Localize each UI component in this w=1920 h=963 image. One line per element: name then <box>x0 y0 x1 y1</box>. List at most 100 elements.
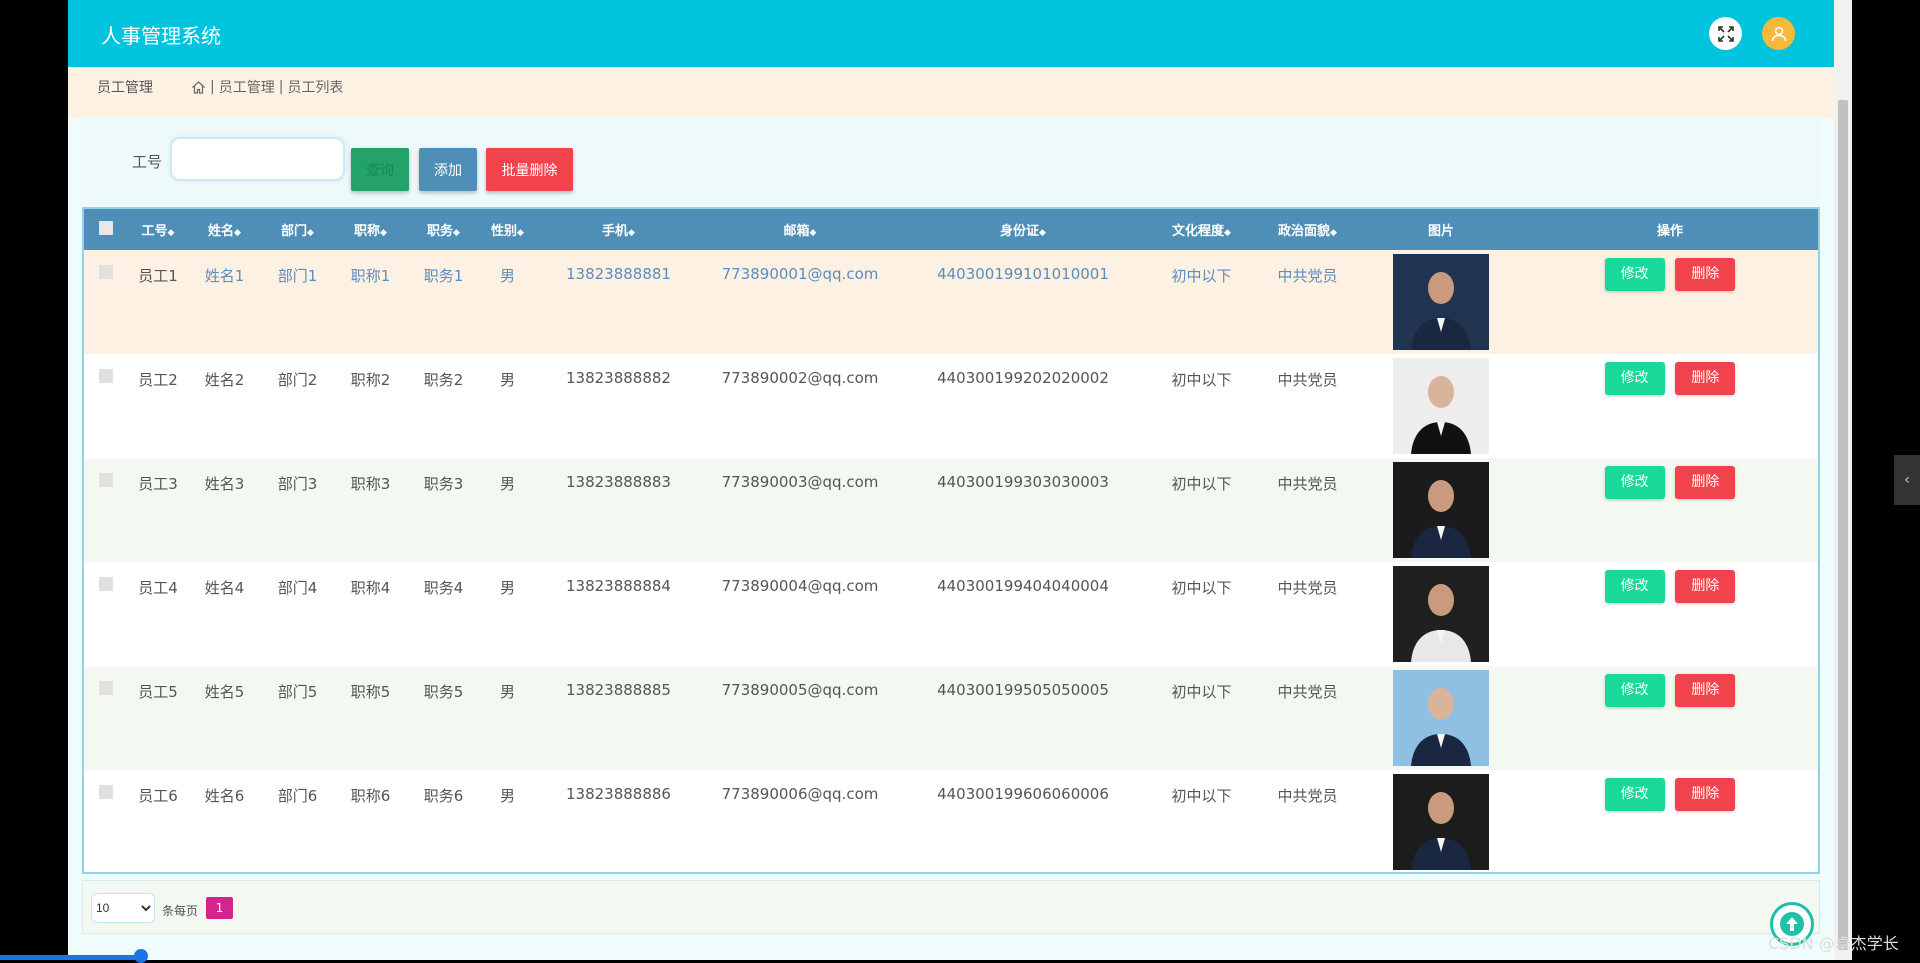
delete-button[interactable]: 删除 <box>1675 778 1736 811</box>
cell-id-card: 440300199202020002 <box>937 369 1109 387</box>
sort-icon: ◆ <box>453 228 460 238</box>
sort-icon: ◆ <box>234 228 241 238</box>
cell-title: 职称1 <box>350 267 391 285</box>
cell-id-card: 440300199606060006 <box>937 785 1109 803</box>
column-header-employee-id[interactable]: 工号◆ <box>128 209 188 250</box>
cell-gender: 男 <box>499 579 515 597</box>
table-row[interactable]: 员工2 姓名2 部门2 职称2 职务2 男 13823888882 773890… <box>84 354 1818 458</box>
column-header-political-status[interactable]: 政治面貌◆ <box>1255 209 1360 250</box>
edit-button[interactable]: 修改 <box>1604 258 1665 291</box>
column-header-id-card[interactable]: 身份证◆ <box>898 209 1148 250</box>
home-icon[interactable] <box>191 80 206 95</box>
cell-id-card: 440300199505050005 <box>937 681 1109 699</box>
row-checkbox[interactable] <box>99 681 113 695</box>
search-panel: 工号 查询 添加 批量删除 <box>82 117 1820 205</box>
cell-department: 部门1 <box>277 267 318 285</box>
edit-button[interactable]: 修改 <box>1604 778 1665 811</box>
column-header-email[interactable]: 邮箱◆ <box>702 209 898 250</box>
edit-button[interactable]: 修改 <box>1604 674 1665 707</box>
table-row[interactable]: 员工6 姓名6 部门6 职称6 职务6 男 13823888886 773890… <box>84 770 1818 874</box>
cell-education: 初中以下 <box>1171 787 1232 805</box>
cell-title: 职称6 <box>350 787 391 805</box>
page-size-select[interactable]: 10 <box>91 893 155 923</box>
user-avatar-button[interactable] <box>1762 17 1795 50</box>
employee-photo <box>1393 254 1489 350</box>
cell-id-card: 440300199303030003 <box>937 473 1109 491</box>
edit-button[interactable]: 修改 <box>1604 362 1665 395</box>
page-button-current[interactable]: 1 <box>206 897 233 919</box>
employee-id-input[interactable] <box>170 137 345 181</box>
delete-button[interactable]: 删除 <box>1675 466 1736 499</box>
column-header-position[interactable]: 职务◆ <box>407 209 480 250</box>
cell-education: 初中以下 <box>1171 579 1232 597</box>
select-all-header[interactable] <box>84 209 128 250</box>
cell-name: 姓名1 <box>204 267 245 285</box>
per-page-label: 条每页 <box>162 904 199 918</box>
row-checkbox[interactable] <box>99 577 113 591</box>
fullscreen-button[interactable] <box>1709 17 1742 50</box>
side-panel-toggle[interactable]: ‹ <box>1894 455 1920 505</box>
video-progress-bar[interactable] <box>0 955 142 960</box>
table-row[interactable]: 员工1 姓名1 部门1 职称1 职务1 男 13823888881 773890… <box>84 250 1818 354</box>
person-silhouette <box>1411 480 1471 558</box>
table-row[interactable]: 员工4 姓名4 部门4 职称4 职务4 男 13823888884 773890… <box>84 562 1818 666</box>
batch-delete-button[interactable]: 批量删除 <box>486 148 573 191</box>
cell-title: 职称2 <box>350 371 391 389</box>
column-header-education[interactable]: 文化程度◆ <box>1148 209 1255 250</box>
cell-name: 姓名5 <box>204 683 245 701</box>
cell-position: 职务4 <box>423 579 464 597</box>
column-header-title[interactable]: 职称◆ <box>334 209 407 250</box>
vertical-scrollbar[interactable] <box>1834 0 1852 960</box>
cell-employee-id: 员工6 <box>138 787 178 805</box>
person-silhouette <box>1411 584 1471 662</box>
delete-button[interactable]: 删除 <box>1675 570 1736 603</box>
row-checkbox[interactable] <box>99 473 113 487</box>
row-checkbox[interactable] <box>99 265 113 279</box>
cell-gender: 男 <box>499 787 515 805</box>
cell-phone: 13823888884 <box>566 577 671 595</box>
sort-icon: ◆ <box>1330 228 1337 238</box>
cell-position: 职务5 <box>423 683 464 701</box>
table-row[interactable]: 员工5 姓名5 部门5 职称5 职务5 男 13823888885 773890… <box>84 666 1818 770</box>
cell-name: 姓名6 <box>204 787 245 805</box>
breadcrumb-item-employee-management[interactable]: 员工管理 <box>219 77 275 97</box>
employee-table-container: 工号◆ 姓名◆ 部门◆ 职称◆ 职务◆ 性别◆ 手机◆ 邮箱◆ 身份证◆ 文化程… <box>82 207 1820 874</box>
video-progress-handle[interactable] <box>134 949 148 963</box>
employee-photo <box>1393 462 1489 558</box>
breadcrumb-item-employee-list: 员工列表 <box>287 80 344 96</box>
cell-department: 部门4 <box>277 579 318 597</box>
query-button[interactable]: 查询 <box>351 148 409 191</box>
cell-title: 职称4 <box>350 579 391 597</box>
cell-education: 初中以下 <box>1171 267 1232 285</box>
add-button[interactable]: 添加 <box>419 148 477 191</box>
edit-button[interactable]: 修改 <box>1604 570 1665 603</box>
sort-icon: ◆ <box>1039 228 1046 238</box>
sort-icon: ◆ <box>628 228 635 238</box>
cell-employee-id: 员工2 <box>138 371 178 389</box>
cell-phone: 13823888885 <box>566 681 671 699</box>
delete-button[interactable]: 删除 <box>1675 362 1736 395</box>
sort-icon: ◆ <box>809 228 817 238</box>
delete-button[interactable]: 删除 <box>1675 674 1736 707</box>
cell-employee-id: 员工4 <box>138 579 178 597</box>
fullscreen-icon <box>1717 25 1734 42</box>
cell-email: 773890004@qq.com <box>721 577 879 595</box>
table-row[interactable]: 员工3 姓名3 部门3 职称3 职务3 男 13823888883 773890… <box>84 458 1818 562</box>
column-header-gender[interactable]: 性别◆ <box>480 209 535 250</box>
watermark: CSDN @卓杰学长 <box>1768 934 1899 953</box>
delete-button[interactable]: 删除 <box>1675 258 1736 291</box>
cell-position: 职务2 <box>423 371 464 389</box>
column-header-department[interactable]: 部门◆ <box>261 209 334 250</box>
breadcrumb-separator: | <box>210 79 215 95</box>
table-header-row: 工号◆ 姓名◆ 部门◆ 职称◆ 职务◆ 性别◆ 手机◆ 邮箱◆ 身份证◆ 文化程… <box>84 209 1818 250</box>
select-all-checkbox[interactable] <box>99 220 113 235</box>
sort-icon: ◆ <box>307 228 314 238</box>
edit-button[interactable]: 修改 <box>1604 466 1665 499</box>
row-checkbox[interactable] <box>99 785 113 799</box>
row-checkbox[interactable] <box>99 369 113 383</box>
cell-email: 773890002@qq.com <box>721 369 879 387</box>
employee-id-label: 工号 <box>132 153 163 171</box>
column-header-phone[interactable]: 手机◆ <box>535 209 702 250</box>
scrollbar-thumb[interactable] <box>1838 100 1848 950</box>
column-header-name[interactable]: 姓名◆ <box>188 209 261 250</box>
